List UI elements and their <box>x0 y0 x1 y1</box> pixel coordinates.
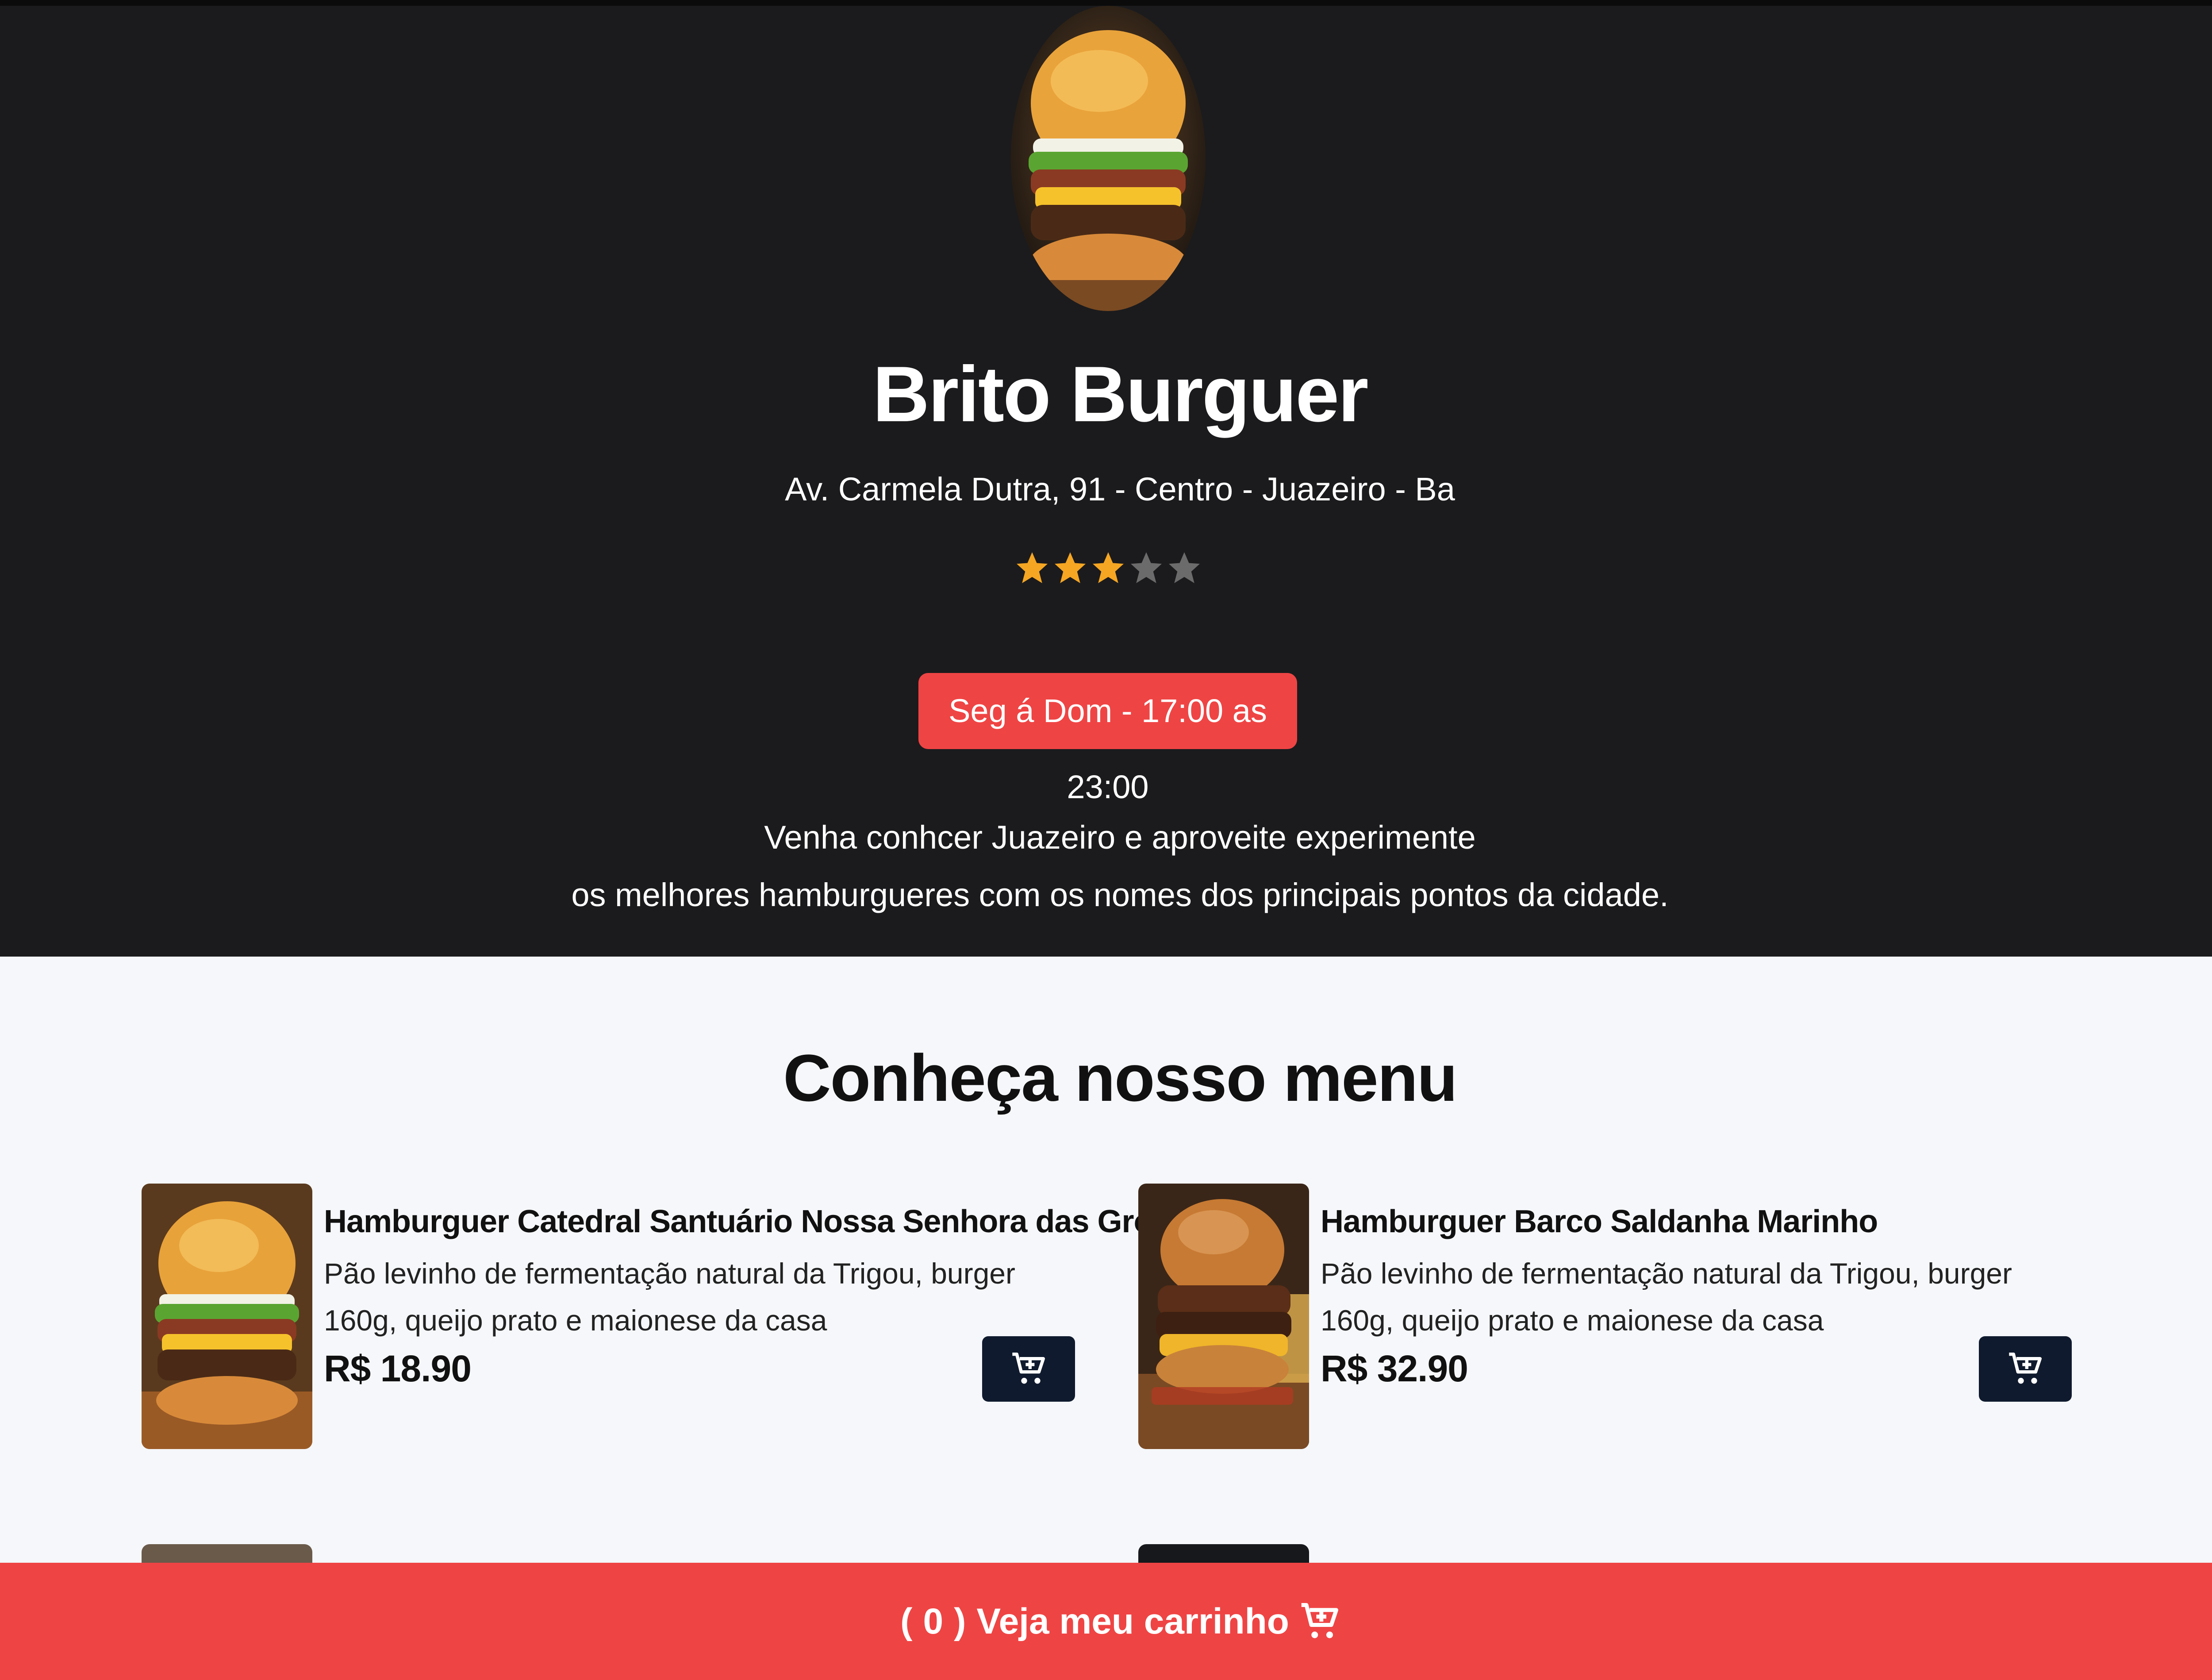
star-icon <box>1017 552 1048 583</box>
menu-item-card: Hamburguer Catedral Santuário Nossa Senh… <box>142 1184 1198 1449</box>
menu-item-card: Hamburguer Barco Saldanha Marinho Pão le… <box>1138 1184 2076 1449</box>
menu-item-name: Hamburguer Catedral Santuário Nossa Senh… <box>324 1204 1198 1239</box>
view-cart-button[interactable]: ( 0 ) Veja meu carrinho <box>0 1563 2212 1680</box>
description-line-2: os melhores hamburgueres com os nomes do… <box>571 877 1669 913</box>
menu-item-price: R$ 18.90 <box>324 1348 472 1389</box>
menu-item-price: R$ 32.90 <box>1321 1348 1468 1389</box>
restaurant-logo <box>1011 6 1206 311</box>
star-icon <box>1093 552 1124 583</box>
restaurant-name: Brito Burguer <box>872 350 1369 438</box>
menu-item-image <box>1138 1184 1309 1449</box>
cart-label: Veja meu carrinho <box>976 1601 1289 1642</box>
star-empty-icon <box>1169 552 1200 583</box>
menu-item-description: Pão levinho de fermentação natural da Tr… <box>324 1257 1015 1337</box>
add-to-cart-button[interactable] <box>1979 1336 2072 1402</box>
cart-plus-icon <box>1301 1603 1338 1638</box>
restaurant-address: Av. Carmela Dutra, 91 - Centro - Juazeir… <box>785 471 1455 507</box>
star-icon <box>1055 552 1086 583</box>
menu-item-name: Hamburguer Barco Saldanha Marinho <box>1321 1204 1878 1239</box>
star-empty-icon <box>1131 552 1162 583</box>
hero-header: Brito Burguer Av. Carmela Dutra, 91 - Ce… <box>0 0 2212 957</box>
cart-count: 0 <box>923 1601 944 1642</box>
add-to-cart-button[interactable] <box>982 1336 1075 1402</box>
description-line-1: Venha conhcer Juazeiro e aproveite exper… <box>764 819 1476 856</box>
cart-count-open: ( <box>900 1601 913 1642</box>
menu-item-description: Pão levinho de fermentação natural da Tr… <box>1321 1257 2012 1337</box>
cart-plus-icon <box>2009 1353 2042 1384</box>
rating-stars <box>1011 541 1206 603</box>
menu-title: Conheça nosso menu <box>783 1041 1458 1115</box>
restaurant-description: Venha conhcer Juazeiro e aproveite exper… <box>0 809 2212 924</box>
menu-item-image <box>142 1184 312 1449</box>
cart-count-close: ) <box>954 1601 966 1642</box>
opening-hours-badge: Seg á Dom - 17:00 as 23:00 <box>918 673 1297 805</box>
cart-plus-icon <box>1012 1353 1045 1384</box>
